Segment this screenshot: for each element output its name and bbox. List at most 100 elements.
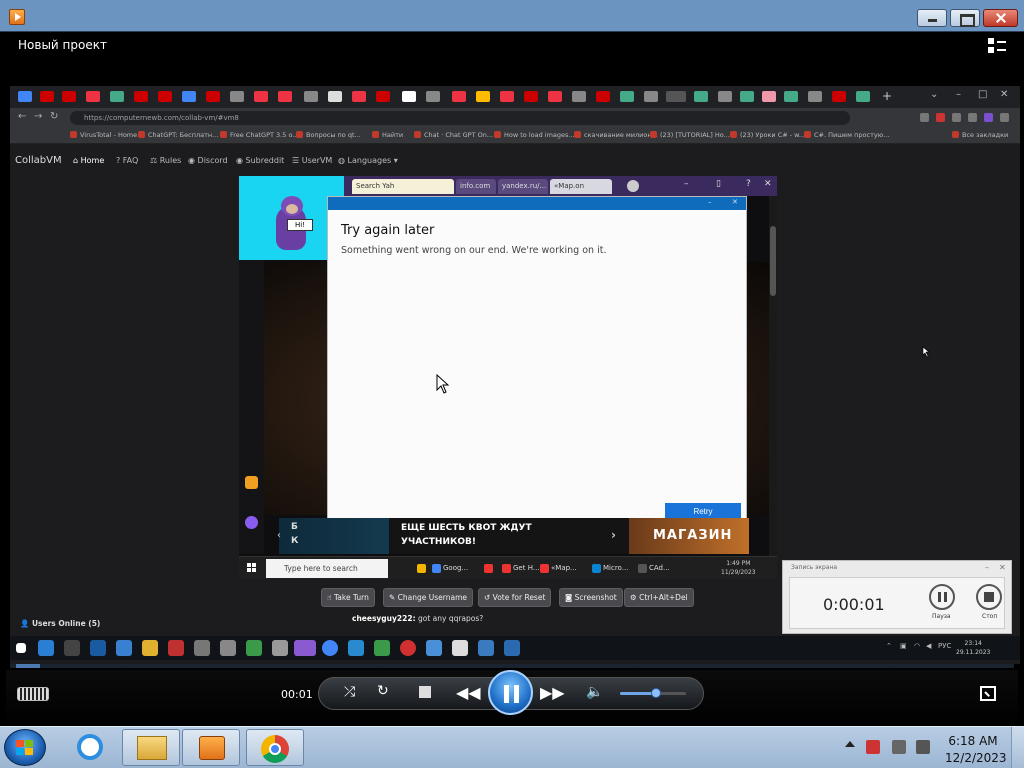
rewind-icon[interactable]: ◀◀ (456, 683, 481, 702)
yandex-icon[interactable] (483, 560, 495, 577)
vm-search-box[interactable]: Type here to search (266, 559, 388, 578)
bookmark[interactable]: (23) [TUTORIAL] Ho... (650, 131, 730, 139)
opera-icon[interactable] (400, 640, 416, 656)
vm-tab[interactable]: yandex.ru/... (498, 179, 548, 194)
browser-tab[interactable] (18, 91, 32, 102)
volume-slider[interactable] (620, 688, 686, 698)
nav-uservm[interactable]: ☰ UserVM (292, 156, 332, 165)
profile-icon[interactable] (984, 113, 993, 122)
nav-languages[interactable]: ◍ Languages ▾ (338, 156, 398, 165)
network-icon[interactable] (892, 740, 906, 754)
browser-tab[interactable] (158, 91, 172, 102)
tray-chevron-icon[interactable]: ⌃ (886, 642, 892, 650)
app-icon[interactable] (374, 640, 390, 656)
browser-tab[interactable] (524, 91, 538, 102)
skype-icon[interactable] (348, 640, 364, 656)
vm-maximize-icon[interactable]: ? (746, 179, 751, 189)
browser-tab-active[interactable] (666, 91, 686, 102)
app-icon[interactable] (220, 640, 236, 656)
chevron-right-icon[interactable]: › (611, 528, 616, 542)
browser-tab[interactable] (452, 91, 466, 102)
shuffle-icon[interactable]: ⤮ (344, 684, 355, 700)
show-desktop-button[interactable] (1011, 727, 1024, 768)
bookmark[interactable]: Chat · Chat GPT On... (414, 131, 493, 139)
volume-muted-icon[interactable] (916, 740, 930, 754)
vm-tab-active[interactable]: «Map.on (550, 179, 612, 194)
app-icon[interactable] (246, 640, 262, 656)
browser-tab[interactable] (644, 91, 658, 102)
extension-icon[interactable] (920, 113, 929, 122)
app-icon[interactable] (64, 640, 80, 656)
bookmark[interactable]: скачивание милион... (574, 131, 658, 139)
task-view-icon[interactable] (38, 640, 54, 656)
promo-banner-left[interactable]: Б К ‹ (277, 518, 389, 554)
minimize-button[interactable] (917, 9, 947, 27)
vm-scrollbar[interactable] (769, 196, 777, 556)
vm-bookmark-icon[interactable]: ▯ (716, 179, 721, 189)
take-turn-button[interactable]: ☝ Take Turn (321, 588, 375, 607)
bookmark[interactable]: Все закладки (952, 131, 1008, 139)
internet-explorer-icon[interactable] (62, 729, 120, 766)
photoshop-icon[interactable] (90, 640, 106, 656)
app-icon[interactable] (194, 640, 210, 656)
chevron-down-icon[interactable]: ⌄ (930, 89, 938, 100)
mail-icon[interactable] (245, 476, 258, 489)
language-indicator[interactable]: РУС (938, 642, 951, 650)
browser-tab[interactable] (230, 91, 244, 102)
close-button[interactable] (983, 9, 1018, 27)
repeat-icon[interactable]: ↻ (377, 683, 389, 699)
browser-tab[interactable] (548, 91, 562, 102)
vote-reset-button[interactable]: ↺ Vote for Reset (478, 588, 552, 607)
app-icon[interactable] (478, 640, 494, 656)
alice-icon[interactable] (245, 516, 258, 529)
nav-subreddit[interactable]: ◉ Subreddit (236, 156, 284, 165)
browser-tab[interactable] (856, 91, 870, 102)
vm-task-chrome[interactable]: Goog... (431, 560, 468, 577)
browser-tab[interactable] (500, 91, 514, 102)
promo-banner-middle[interactable]: ЕЩЕ ШЕСТЬ КВОТ ЖДУТ УЧАСТНИКОВ! › (389, 518, 629, 554)
bookmark[interactable]: Free ChatGPT 3.5 o... (220, 131, 299, 139)
bookmark[interactable]: VirusTotal - Home (70, 131, 137, 139)
collabvm-brand[interactable]: CollabVM (15, 155, 62, 166)
captured-clock[interactable]: 23:14 29.11.2023 (956, 639, 990, 657)
browser-tab[interactable] (62, 91, 76, 102)
menu-icon[interactable] (1000, 113, 1009, 122)
stop-icon[interactable] (419, 686, 431, 698)
vm-task-cad[interactable]: CAd... (637, 560, 670, 577)
browser-tab[interactable] (328, 91, 342, 102)
dialog-close-icon[interactable]: ✕ (732, 198, 738, 206)
vm-task-yandex[interactable]: Get H... (501, 560, 540, 577)
action-center-icon[interactable] (866, 740, 880, 754)
maximize-button[interactable] (950, 9, 980, 27)
browser-tab[interactable] (784, 91, 798, 102)
bookmark[interactable]: C#. Пишем простую... (804, 131, 889, 139)
bookmark[interactable]: Вопросы по qt... (296, 131, 361, 139)
vm-tab[interactable]: info.com (456, 179, 496, 194)
browser-tab[interactable] (352, 91, 366, 102)
screenshot-button[interactable]: ◙ Screenshot (559, 588, 623, 607)
app-icon[interactable] (168, 640, 184, 656)
vm-display[interactable]: Search Yah info.com yandex.ru/... «Map.o… (239, 176, 777, 579)
app-icon[interactable] (116, 640, 132, 656)
browser-tab[interactable] (206, 91, 220, 102)
nav-discord[interactable]: ◉ Discord (188, 156, 228, 165)
stop-recording-button[interactable] (976, 584, 1002, 610)
browser-close-icon[interactable]: ✕ (1000, 89, 1008, 100)
vm-clock[interactable]: 1:49 PM 11/29/2023 (721, 559, 756, 577)
bookmark[interactable]: (23) Уроки C# - w... (730, 131, 805, 139)
browser-tab[interactable] (572, 91, 586, 102)
browser-tab[interactable] (110, 91, 124, 102)
browser-tab[interactable] (376, 91, 390, 102)
browser-tab[interactable] (254, 91, 268, 102)
back-icon[interactable]: ← (18, 111, 26, 122)
forward-icon[interactable]: → (34, 111, 42, 122)
switch-to-now-playing-icon[interactable] (980, 686, 996, 701)
browser-tab[interactable] (278, 91, 292, 102)
network-icon[interactable]: ▣ (900, 642, 907, 650)
browser-tab[interactable] (476, 91, 490, 102)
collapse-toolbar-icon[interactable] (988, 38, 1006, 54)
reload-icon[interactable]: ↻ (50, 111, 58, 122)
browser-tab[interactable] (426, 91, 440, 102)
extension-icon[interactable] (936, 113, 945, 122)
system-clock[interactable]: 6:18 AM 12/2/2023 (945, 733, 1007, 767)
